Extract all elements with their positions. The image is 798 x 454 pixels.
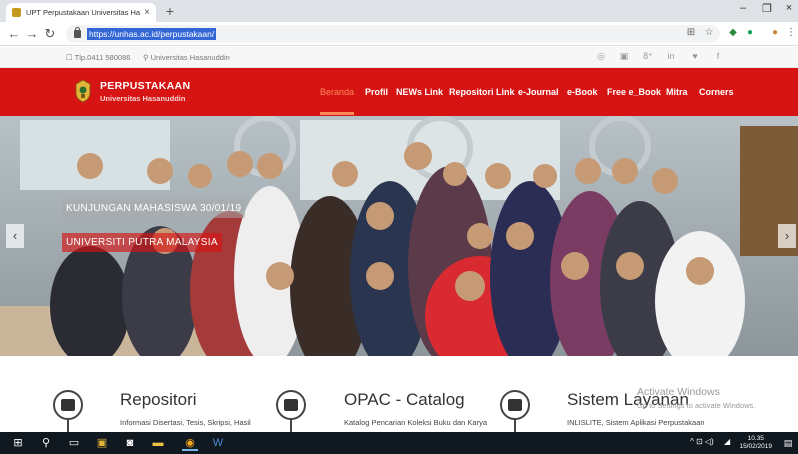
extension-icon[interactable]: ● [743,27,757,38]
menu-item-beranda[interactable]: Beranda [320,87,354,97]
minimize-button[interactable]: – [732,2,754,14]
service-title-opac[interactable]: OPAC - Catalog [344,390,465,410]
new-tab-button[interactable]: + [162,3,178,19]
site-info-bar: ☐ Tlp.0411 580086 ⚲ Universitas Hasanudd… [0,47,798,68]
service-desc-repositori: Informasi Disertasi, Tesis, Skripsi, Has… [120,418,251,427]
bookmark-star-icon[interactable]: ☆ [702,27,716,38]
camera-icon[interactable]: ◙ [122,435,138,451]
forward-icon[interactable]: → [24,26,40,41]
youtube-icon[interactable]: ▣ [617,51,631,62]
file-explorer-icon[interactable]: ▬ [150,435,166,451]
lock-icon [74,27,81,38]
twitter-icon[interactable]: ♥ [688,51,702,61]
activate-windows-watermark: Activate Windows [637,386,720,398]
browser-tab-bar: UPT Perpustakaan Universitas Ha × + – ❐ … [0,0,798,22]
clock-time: 10.35 [747,435,764,442]
facebook-icon[interactable]: f [711,51,725,61]
menu-item-news-link[interactable]: NEWs Link [396,87,443,97]
more-menu-icon[interactable]: ⋮ [784,27,798,38]
clock-date: 15/02/2019 [739,443,772,450]
chrome-icon[interactable]: ◉ [182,435,198,451]
service-desc-opac: Katalog Pencarian Koleksi Buku dan Karya [344,418,488,427]
address-bar[interactable]: https://unhas.ac.id/perpustakaan/ [66,25,720,43]
menu-item-e-book[interactable]: e-Book [567,87,598,97]
phone-number: ☐ Tlp.0411 580086 [66,53,131,62]
menu-item-free-e-book[interactable]: Free e_Book [607,87,661,97]
store-icon[interactable]: ▣ [94,435,110,451]
folder-icon[interactable] [276,390,306,420]
carousel-prev-button[interactable]: ‹ [6,224,24,248]
network-icon[interactable]: ◢ [724,437,730,446]
brand-subtitle: Universitas Hasanuddin [100,94,186,103]
location-text: ⚲ Universitas Hasanuddin [143,53,230,62]
hero-caption-title: KUNJUNGAN MAHASISWA 30/01/19 [62,199,246,218]
taskbar-clock[interactable]: 10.35 15/02/2019 [739,435,772,451]
system-tray-icons[interactable]: ^ ⊡ ◁) [690,437,714,446]
tab-close-icon[interactable]: × [144,7,150,18]
browser-tab[interactable]: UPT Perpustakaan Universitas Ha × [6,3,156,22]
menu-item-profil[interactable]: Profil [365,87,388,97]
activate-windows-hint: Go to Settings to activate Windows. [637,401,756,410]
monitor-icon[interactable] [53,390,83,420]
windows-taskbar: ⊞ ⚲ ▭ ▣ ◙ ▬ ◉ W ^ ⊡ ◁) ◢ 10.35 15/02/201… [0,432,798,454]
translate-icon[interactable]: ⊞ [684,27,698,38]
extension-icon[interactable]: ◆ [726,27,740,38]
browser-toolbar: ← → ↻ https://unhas.ac.id/perpustakaan/ … [0,22,798,46]
reload-icon[interactable]: ↻ [42,26,58,41]
site-header: PERPUSTAKAAN Universitas Hasanuddin Bera… [0,68,798,116]
active-menu-indicator [320,112,354,115]
url-text[interactable]: https://unhas.ac.id/perpustakaan/ [87,28,217,40]
linkedin-icon[interactable]: in [664,51,678,61]
unhas-logo-icon[interactable] [74,79,92,103]
hero-carousel: KUNJUNGAN MAHASISWA 30/01/19 UNIVERSITI … [0,116,798,356]
search-icon[interactable]: ⚲ [38,435,54,451]
menu-item-repositori-link[interactable]: Repositori Link [449,87,515,97]
services-section: Repositori Informasi Disertasi, Tesis, S… [0,356,798,434]
car-icon[interactable] [500,390,530,420]
word-icon[interactable]: W [210,435,226,451]
maximize-button[interactable]: ❐ [756,2,778,15]
back-icon[interactable]: ← [6,26,22,41]
windows-start-icon[interactable]: ⊞ [10,435,26,451]
task-view-icon[interactable]: ▭ [66,435,82,451]
menu-item-corners[interactable]: Corners [699,87,734,97]
tab-title: UPT Perpustakaan Universitas Ha [26,8,141,17]
carousel-next-button[interactable]: › [778,224,796,248]
profile-avatar-icon[interactable]: ● [768,27,782,38]
notification-icon[interactable]: ▤ [780,435,796,451]
service-title-repositori[interactable]: Repositori [120,390,197,410]
hero-caption-subtitle: UNIVERSITI PUTRA MALAYSIA [62,233,222,252]
site-favicon-icon [12,8,21,17]
google-plus-icon[interactable]: 8⁺ [641,51,655,62]
menu-item-mitra[interactable]: Mitra [666,87,688,97]
menu-item-e-journal[interactable]: e-Journal [518,87,559,97]
brand-title[interactable]: PERPUSTAKAAN [100,80,190,92]
instagram-icon[interactable]: ◎ [594,51,608,62]
close-window-button[interactable]: × [778,2,798,14]
service-desc-sistem-layanan: INLISLITE, Sistem Aplikasi Perpustakaan [567,418,705,427]
